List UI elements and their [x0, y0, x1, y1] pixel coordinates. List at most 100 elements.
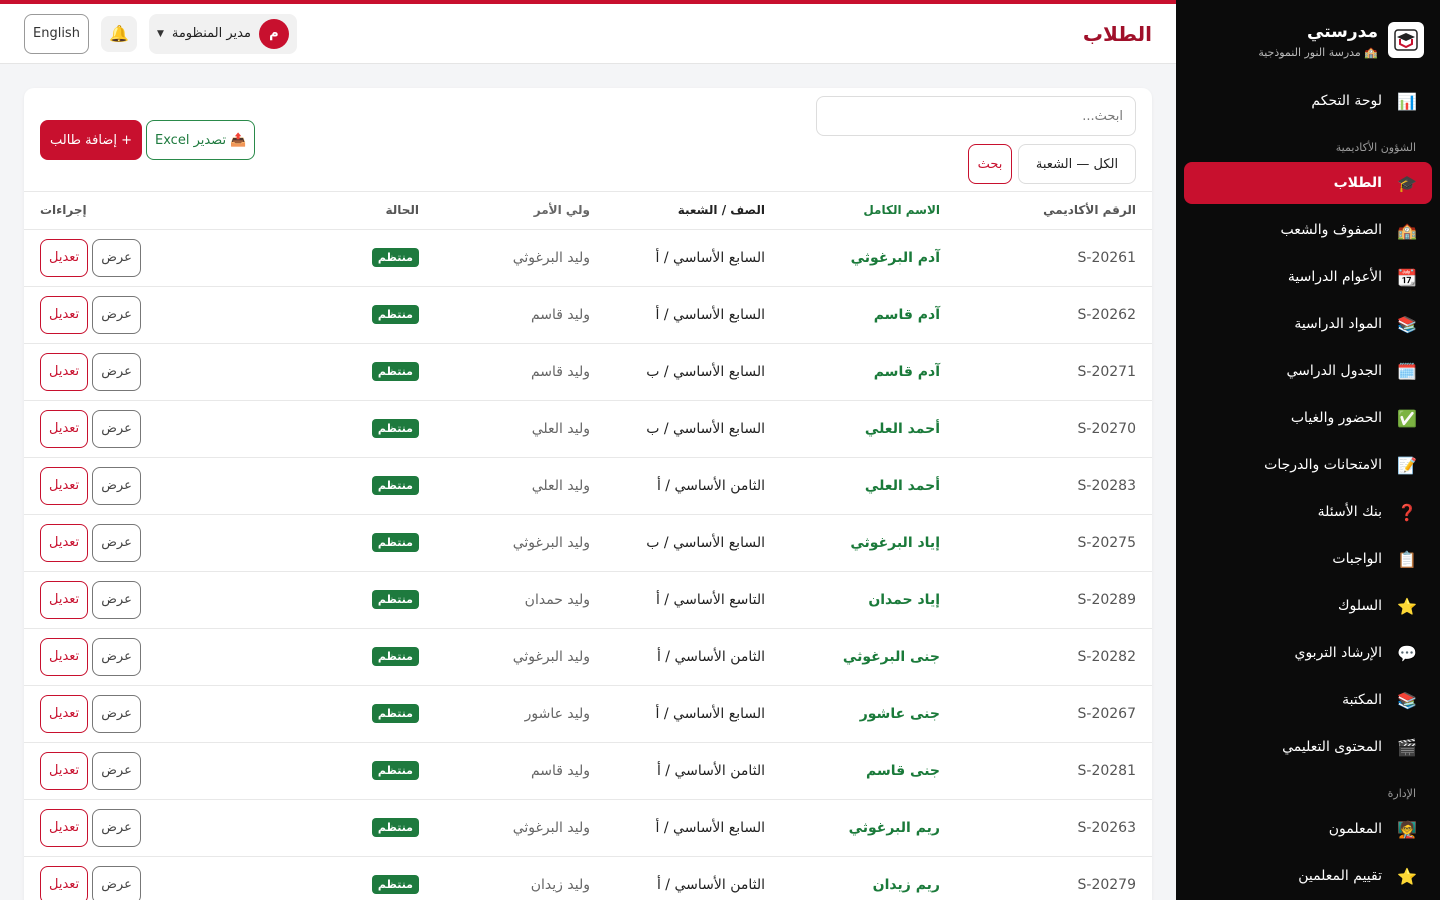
add-student-button[interactable]: + إضافة طالب: [40, 120, 142, 160]
sidebar: مدرستي 🏫 مدرسة النور النموذجية 📊 لوحة الت…: [1176, 0, 1440, 900]
student-id: S-20263: [956, 799, 1152, 857]
edit-button[interactable]: تعديل: [40, 295, 89, 334]
nav-icon: 💬: [1397, 643, 1417, 663]
view-button[interactable]: عرض: [92, 637, 141, 676]
header-status: الحالة: [265, 192, 435, 230]
student-name[interactable]: آدم قاسم: [781, 343, 956, 401]
row-actions: تعديل عرض: [40, 409, 141, 448]
student-parent: وليد قاسم: [435, 742, 606, 800]
notifications-button[interactable]: 🔔: [100, 15, 137, 52]
sidebar-item-label: الواجبات: [1332, 551, 1382, 567]
sidebar-item-admin-1[interactable]: ⭐ تقييم المعلمين: [1184, 855, 1432, 897]
student-id: S-20261: [956, 229, 1152, 287]
table-row: S-20262 آدم قاسم السابع الأساسي / أ وليد قا…: [24, 286, 1152, 344]
view-button[interactable]: عرض: [92, 694, 141, 733]
view-button[interactable]: عرض: [92, 808, 141, 847]
language-button[interactable]: English: [24, 13, 89, 54]
edit-button[interactable]: تعديل: [40, 352, 89, 391]
view-button[interactable]: عرض: [92, 352, 141, 391]
row-actions: تعديل عرض: [40, 238, 141, 277]
student-name[interactable]: أحمد العلي: [781, 400, 956, 458]
view-button[interactable]: عرض: [92, 523, 141, 562]
sidebar-item-academic-7[interactable]: ❓ بنك الأسئلة: [1184, 491, 1432, 533]
section-filter-select[interactable]: الكل — الشعبة: [1018, 144, 1136, 184]
edit-button[interactable]: تعديل: [40, 865, 89, 900]
avatar: م: [258, 18, 289, 49]
table-row: S-20271 آدم قاسم السابع الأساسي / ب وليد قا…: [24, 343, 1152, 401]
sidebar-item-label: تقييم المعلمين: [1298, 868, 1382, 884]
view-button[interactable]: عرض: [92, 580, 141, 619]
sidebar-item-academic-0[interactable]: 🎓 الطلاب: [1184, 162, 1432, 204]
sidebar-item-academic-4[interactable]: 🗓️ الجدول الدراسي: [1184, 350, 1432, 392]
view-button[interactable]: عرض: [92, 865, 141, 900]
table-row: S-20279 ريم زيدان الثامن الأساسي / أ وليد ز…: [24, 856, 1152, 900]
nav-icon: ⭐: [1397, 866, 1417, 886]
edit-button[interactable]: تعديل: [40, 637, 89, 676]
sidebar-item-label: لوحة التحكم: [1311, 93, 1382, 109]
sidebar-item-academic-12[interactable]: 🎬 المحتوى التعليمي: [1184, 726, 1432, 768]
student-class: الثامن الأساسي / أ: [606, 742, 781, 800]
edit-button[interactable]: تعديل: [40, 694, 89, 733]
view-button[interactable]: عرض: [92, 238, 141, 277]
sidebar-item-label: السلوك: [1337, 598, 1382, 614]
search-button[interactable]: بحث: [968, 144, 1012, 184]
sidebar-item-academic-5[interactable]: ✅ الحضور والغياب: [1184, 397, 1432, 439]
toolbar: الكل — الشعبة بحث 📤 تصدير Excel + إضافة …: [24, 88, 1152, 192]
nav-icon: ✅: [1397, 408, 1417, 428]
view-button[interactable]: عرض: [92, 466, 141, 505]
view-button[interactable]: عرض: [92, 751, 141, 790]
sidebar-item-academic-11[interactable]: 📚 المكتبة: [1184, 679, 1432, 721]
sidebar-item-top-0[interactable]: 📊 لوحة التحكم: [1184, 80, 1432, 122]
status-badge: منتظم: [371, 476, 419, 495]
status-cell: منتظم: [265, 343, 435, 401]
view-button[interactable]: عرض: [92, 295, 141, 334]
student-name[interactable]: إياد البرغوثي: [781, 514, 956, 572]
student-name[interactable]: آدم قاسم: [781, 286, 956, 344]
student-name[interactable]: جنى عاشور: [781, 685, 956, 743]
sidebar-item-admin-0[interactable]: 🧑‍🏫 المعلمون: [1184, 808, 1432, 850]
status-badge: منتظم: [371, 248, 419, 267]
status-badge: منتظم: [371, 818, 419, 837]
edit-button[interactable]: تعديل: [40, 466, 89, 505]
app-name: مدرستي: [1307, 21, 1378, 42]
sidebar-item-label: الجدول الدراسي: [1286, 363, 1382, 379]
student-id: S-20281: [956, 742, 1152, 800]
page-title: الطلاب: [1082, 21, 1152, 46]
sidebar-item-academic-3[interactable]: 📚 المواد الدراسية: [1184, 303, 1432, 345]
sidebar-item-academic-2[interactable]: 📆 الأعوام الدراسية: [1184, 256, 1432, 298]
sidebar-item-academic-1[interactable]: 🏫 الصفوف والشعب: [1184, 209, 1432, 251]
student-name[interactable]: أحمد العلي: [781, 457, 956, 515]
edit-button[interactable]: تعديل: [40, 523, 89, 562]
user-menu[interactable]: م مدير المنظومة ▼: [148, 13, 297, 54]
student-name[interactable]: جنى قاسم: [781, 742, 956, 800]
edit-button[interactable]: تعديل: [40, 808, 89, 847]
student-name[interactable]: جنى البرغوثي: [781, 628, 956, 686]
nav-icon: 📆: [1397, 267, 1417, 287]
bell-icon: 🔔: [109, 24, 129, 43]
student-id: S-20282: [956, 628, 1152, 686]
status-cell: منتظم: [265, 742, 435, 800]
edit-button[interactable]: تعديل: [40, 238, 89, 277]
sidebar-item-label: المواد الدراسية: [1294, 316, 1382, 332]
export-excel-button[interactable]: 📤 تصدير Excel: [146, 120, 256, 160]
student-name[interactable]: آدم البرغوثي: [781, 229, 956, 287]
student-name[interactable]: ريم زيدان: [781, 856, 956, 900]
sidebar-item-academic-6[interactable]: 📝 الامتحانات والدرجات: [1184, 444, 1432, 486]
status-cell: منتظم: [265, 856, 435, 900]
student-name[interactable]: ريم البرغوثي: [781, 799, 956, 857]
header-id: الرقم الأكاديمي: [956, 192, 1152, 230]
sidebar-item-academic-10[interactable]: 💬 الإرشاد التربوي: [1184, 632, 1432, 674]
sidebar-item-academic-9[interactable]: ⭐ السلوك: [1184, 585, 1432, 627]
status-badge: منتظم: [371, 419, 419, 438]
actions-cell: تعديل عرض: [24, 856, 265, 900]
sidebar-item-label: المكتبة: [1342, 692, 1382, 708]
sidebar-item-academic-8[interactable]: 📋 الواجبات: [1184, 538, 1432, 580]
student-name[interactable]: إياد حمدان: [781, 571, 956, 629]
search-input[interactable]: [816, 96, 1136, 136]
view-button[interactable]: عرض: [92, 409, 141, 448]
edit-button[interactable]: تعديل: [40, 580, 89, 619]
edit-button[interactable]: تعديل: [40, 409, 89, 448]
nav-icon: ⭐: [1397, 596, 1417, 616]
caret-down-icon: ▼: [156, 28, 164, 39]
edit-button[interactable]: تعديل: [40, 751, 89, 790]
